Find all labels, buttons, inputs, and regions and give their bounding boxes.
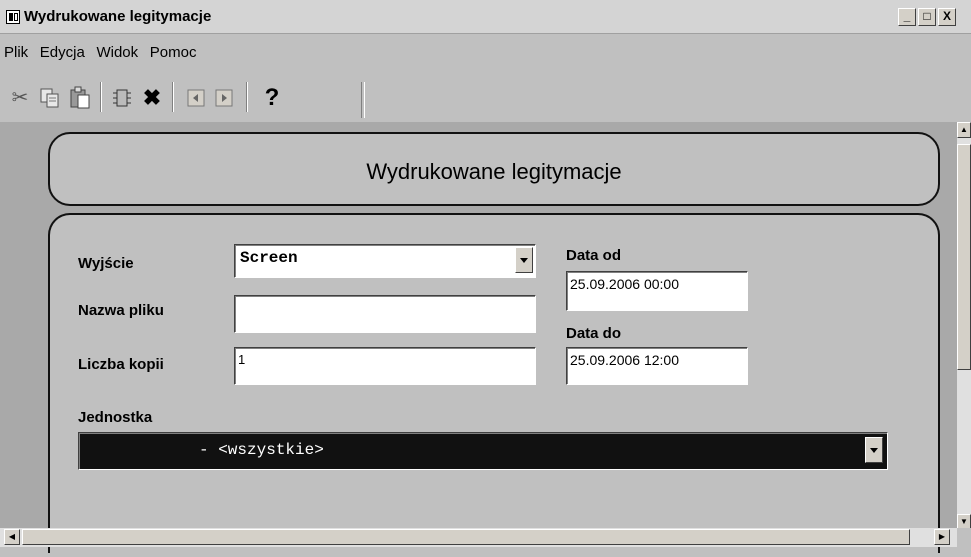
help-icon[interactable]: ? — [258, 84, 286, 112]
menu-pomoc[interactable]: Pomoc — [148, 44, 201, 61]
toolbar-end — [361, 82, 365, 118]
output-value: Screen — [240, 249, 298, 267]
output-dropdown-button[interactable] — [515, 247, 533, 273]
output-label: Wyjście — [78, 255, 134, 272]
next-icon[interactable] — [210, 84, 238, 112]
date-to-label: Data do — [566, 325, 622, 342]
horizontal-scroll-thumb[interactable] — [22, 529, 910, 545]
unit-dropdown-button[interactable] — [865, 437, 883, 463]
title-bar[interactable]: Wydrukowane legitymacje _ □ X — [0, 0, 971, 34]
scroll-right-button[interactable]: ▶ — [934, 529, 950, 545]
header-panel: Wydrukowane legitymacje — [48, 132, 940, 206]
form-panel: Wyjście Screen Nazwa pliku Liczba kopii … — [48, 213, 940, 553]
date-from-label: Data od — [566, 247, 622, 264]
copies-field[interactable]: 1 — [234, 347, 536, 385]
toolbar-separator — [172, 82, 174, 112]
menu-bar: Plik Edycja Widok Pomoc — [0, 44, 200, 66]
vertical-scrollbar[interactable]: ▲ ▼ — [957, 122, 971, 534]
menu-plik[interactable]: Plik — [2, 44, 32, 61]
copies-label: Liczba kopii — [78, 356, 164, 373]
delete-icon[interactable]: ✖ — [138, 84, 166, 112]
toolbar: ✂ ✖ ? — [6, 74, 365, 122]
date-to-field[interactable]: 25.09.2006 12:00 — [566, 347, 748, 385]
window-title: Wydrukowane legitymacje — [24, 8, 212, 25]
date-from-field[interactable]: 25.09.2006 00:00 — [566, 271, 748, 311]
minimize-button[interactable]: _ — [898, 8, 916, 26]
toolbar-separator — [246, 82, 248, 112]
output-select[interactable]: Screen — [234, 244, 536, 278]
unit-select[interactable]: - <wszystkie> — [78, 432, 888, 470]
horizontal-scrollbar[interactable]: ◀ ▶ — [0, 528, 957, 547]
app-icon — [6, 10, 20, 24]
cut-icon[interactable]: ✂ — [6, 84, 34, 112]
menu-edycja[interactable]: Edycja — [38, 44, 89, 61]
close-button[interactable]: X — [938, 8, 956, 26]
prev-icon[interactable] — [182, 84, 210, 112]
filename-field[interactable] — [234, 295, 536, 333]
maximize-button[interactable]: □ — [918, 8, 936, 26]
toolbar-separator — [100, 82, 102, 112]
paste-icon[interactable] — [66, 84, 94, 112]
vertical-scroll-thumb[interactable] — [957, 144, 971, 370]
filename-label: Nazwa pliku — [78, 302, 164, 319]
tool-icon[interactable] — [108, 84, 136, 112]
scroll-up-button[interactable]: ▲ — [957, 122, 971, 138]
form-title: Wydrukowane legitymacje — [366, 159, 622, 184]
menu-widok[interactable]: Widok — [94, 44, 142, 61]
unit-label: Jednostka — [78, 409, 153, 426]
scroll-left-button[interactable]: ◀ — [4, 529, 20, 545]
copy-icon[interactable] — [36, 84, 64, 112]
unit-value: - <wszystkie> — [199, 441, 324, 459]
scrollbar-corner — [957, 528, 971, 547]
